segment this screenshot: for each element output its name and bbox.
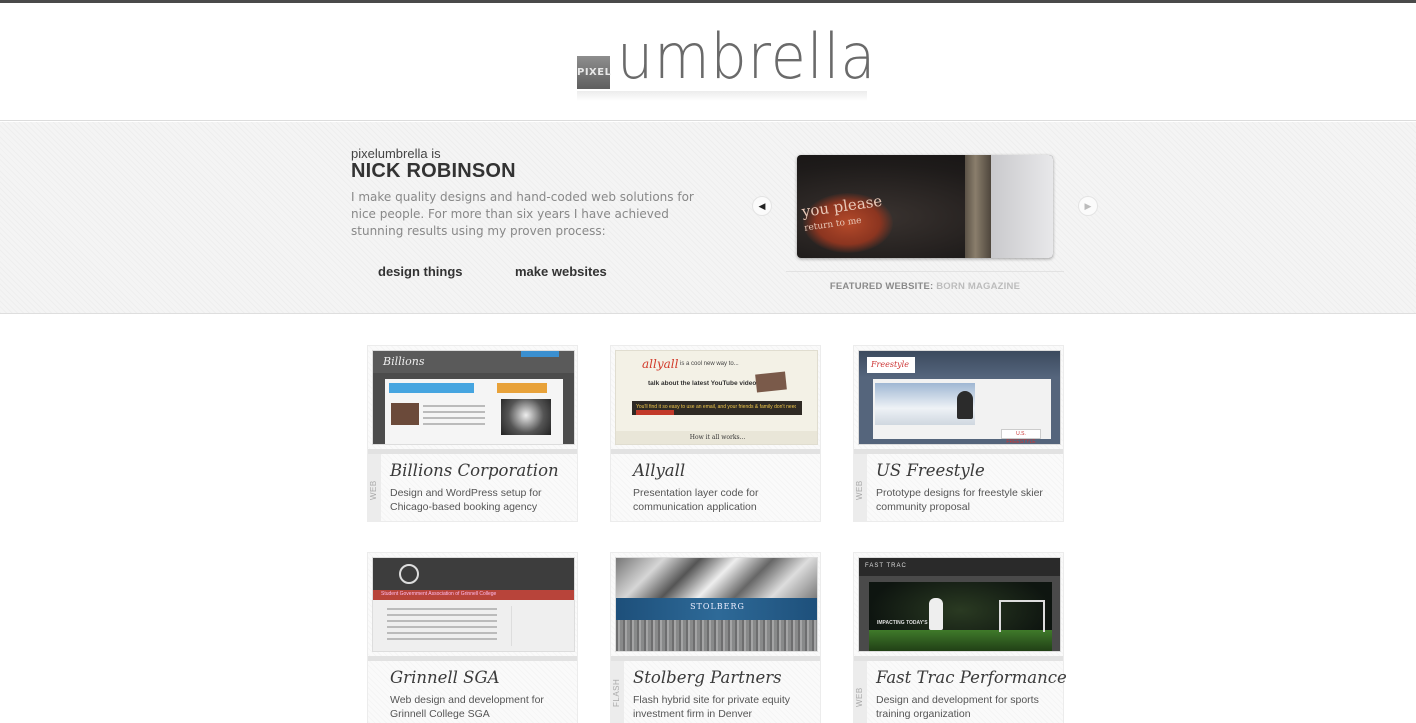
portfolio-thumbnail[interactable]: Student Government Association of Grinne…: [372, 557, 575, 652]
card-category-tag: WEB: [854, 454, 867, 521]
card-title[interactable]: Billions Corporation: [390, 461, 559, 480]
portfolio-thumbnail[interactable]: FAST TRAC IMPACTING TODAY'S: [858, 557, 1061, 652]
card-divider: [368, 656, 577, 661]
card-description: Design and WordPress setup for Chicago-b…: [390, 487, 542, 513]
card-divider: [611, 656, 820, 661]
intro-description: I make quality designs and hand-coded we…: [351, 190, 694, 238]
featured-website-label: FEATURED WEBSITE: BORN MAGAZINE: [829, 281, 1021, 292]
card-title[interactable]: US Freestyle: [876, 461, 985, 480]
featured-divider: [786, 271, 1064, 272]
card-divider: [854, 449, 1063, 454]
site-logo[interactable]: PIXEL umbrella: [577, 20, 875, 103]
card-title[interactable]: Grinnell SGA: [390, 668, 500, 687]
portfolio-card: FAST TRAC IMPACTING TODAY'S WEB Fast Tra…: [853, 552, 1067, 723]
featured-website-link[interactable]: BORN MAGAZINE: [936, 281, 1020, 292]
portfolio-card: Student Government Association of Grinne…: [367, 552, 578, 723]
prev-arrow-icon[interactable]: ◀: [752, 196, 772, 216]
intro-pretitle: pixelumbrella is: [351, 146, 441, 161]
card-divider: [854, 656, 1063, 661]
logo-reflection: [577, 91, 867, 101]
portfolio-thumbnail[interactable]: Billions: [372, 350, 575, 445]
card-description: Design and development for sports traini…: [876, 694, 1039, 720]
logo-wordmark: umbrella: [617, 20, 877, 93]
card-category-tag: WEB: [854, 661, 867, 723]
card-divider: [368, 449, 577, 454]
featured-website-image[interactable]: you please return to me: [797, 155, 1053, 258]
portfolio-thumbnail[interactable]: allyall is a cool new way to... talk abo…: [615, 350, 818, 445]
card-description: Prototype designs for freestyle skier co…: [876, 487, 1043, 513]
wall: [991, 155, 1053, 258]
make-websites-link[interactable]: make websites: [515, 264, 607, 279]
portfolio-thumbnail[interactable]: Freestyle U.S. FREESTYLE: [858, 350, 1061, 445]
card-title[interactable]: Allyall: [633, 461, 685, 480]
card-title[interactable]: Fast Trac Performance: [876, 668, 1067, 687]
card-description: Presentation layer code for communicatio…: [633, 487, 759, 513]
portfolio-card: allyall is a cool new way to... talk abo…: [610, 345, 821, 522]
portfolio-card: Billions WEB Billions Corporation Design…: [367, 345, 578, 522]
logo-pixel-box: PIXEL: [577, 56, 611, 89]
intro-name: NICK ROBINSON: [351, 160, 516, 182]
card-description: Web design and development for Grinnell …: [390, 694, 544, 720]
card-title[interactable]: Stolberg Partners: [633, 668, 782, 687]
next-arrow-icon[interactable]: ▶: [1078, 196, 1098, 216]
site-header: PIXEL umbrella: [0, 3, 1416, 121]
wood-frame: [965, 155, 991, 258]
design-things-link[interactable]: design things: [378, 264, 463, 279]
intro-band: pixelumbrella is NICK ROBINSON I make qu…: [0, 122, 1416, 314]
card-description: Flash hybrid site for private equity inv…: [633, 694, 790, 720]
portfolio-thumbnail[interactable]: STOLBERG: [615, 557, 818, 652]
card-category-tag: WEB: [368, 454, 381, 521]
portfolio-card: Freestyle U.S. FREESTYLE WEB US Freestyl…: [853, 345, 1064, 522]
card-category-tag: FLASH: [611, 661, 624, 723]
card-divider: [611, 449, 820, 454]
portfolio-card: STOLBERG FLASH Stolberg Partners Flash h…: [610, 552, 821, 723]
